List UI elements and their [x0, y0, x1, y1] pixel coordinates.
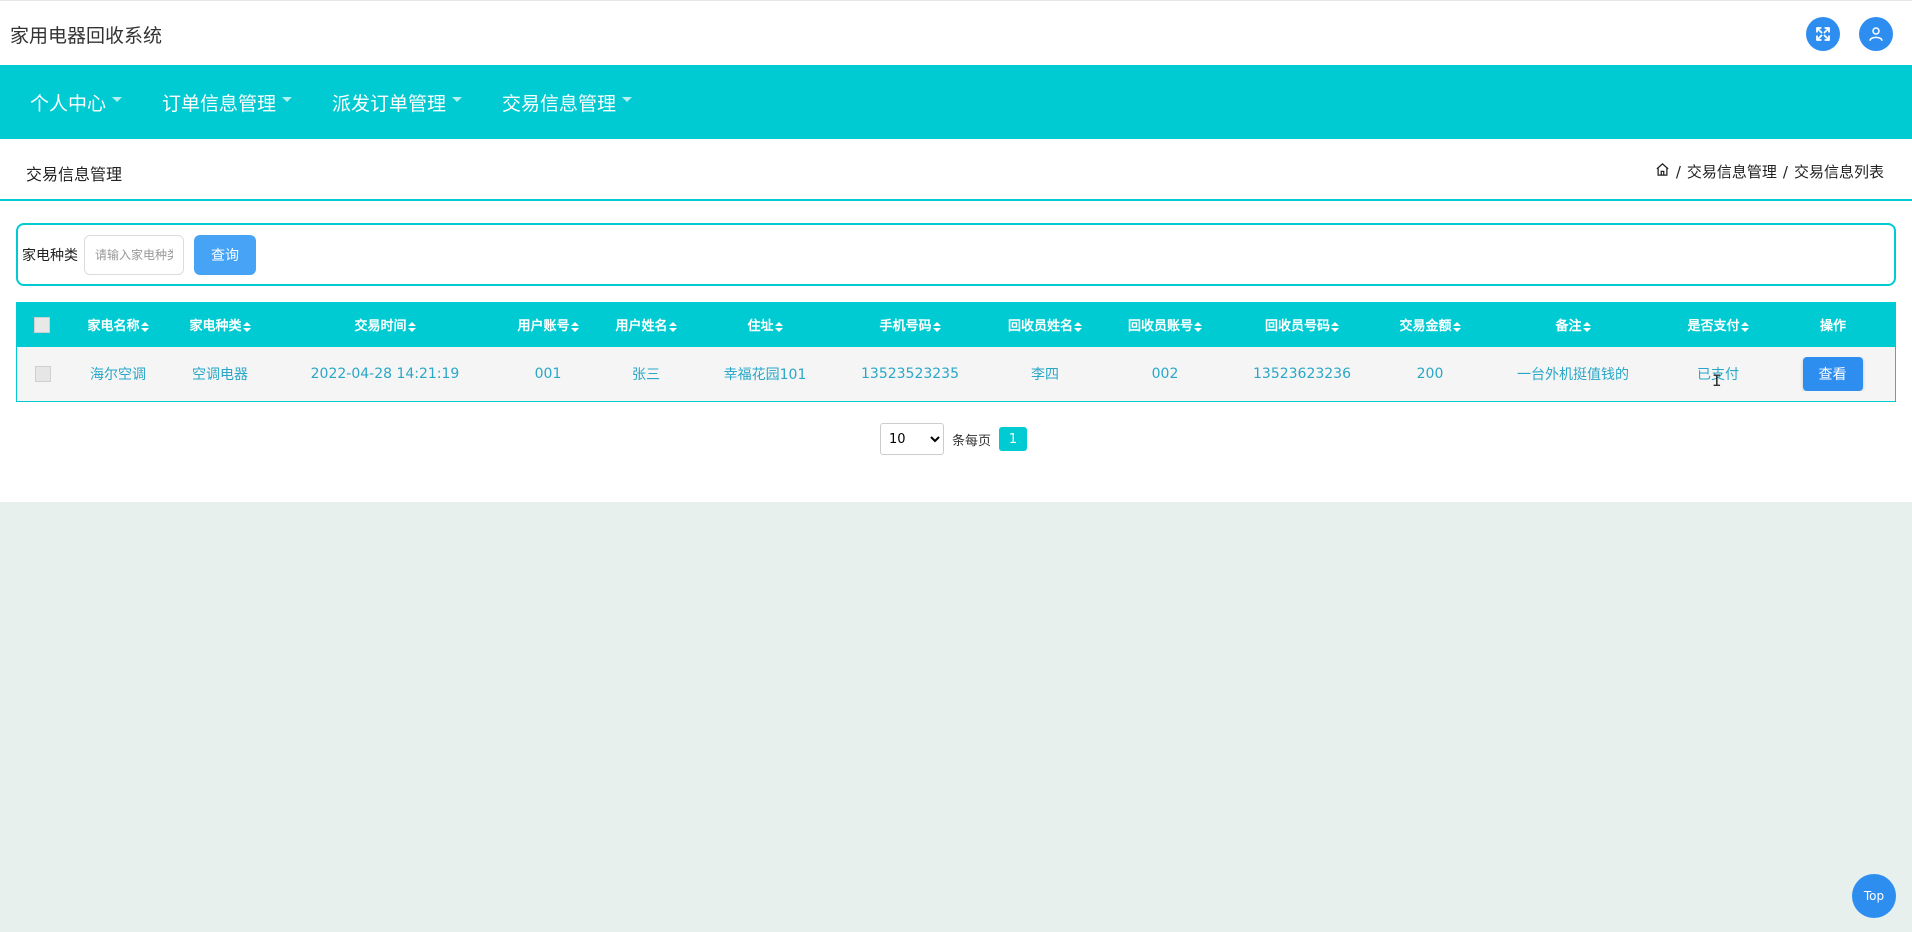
- column-header[interactable]: 住址: [694, 315, 836, 334]
- nav-item-label: 派发订单管理: [332, 92, 447, 115]
- breadcrumb-item: 交易信息列表: [1793, 163, 1884, 181]
- column-header-label: 用户姓名: [615, 319, 668, 334]
- fullscreen-icon[interactable]: [1806, 17, 1840, 51]
- sort-icon[interactable]: [1074, 321, 1082, 332]
- chevron-down-icon: [282, 96, 293, 102]
- chevron-down-icon: [112, 96, 123, 102]
- nav-item-personal-center[interactable]: 个人中心: [30, 89, 123, 116]
- search-panel: 家电种类 查询: [16, 223, 1896, 286]
- table-cell: 李四: [1031, 367, 1059, 383]
- select-all-cell: [16, 316, 68, 333]
- main-content: 交易信息管理 / 交易信息管理 / 交易信息列表 家电种类 查询 家电名称: [0, 139, 1912, 502]
- table-cell: 幸福花园101: [723, 367, 807, 383]
- column-header-label: 是否支付: [1687, 319, 1740, 334]
- sort-icon[interactable]: [1740, 321, 1749, 332]
- pagination: 10 20 30 50 条每页 1: [880, 423, 1028, 455]
- table-row: 海尔空调 空调电器 2022-04-28 14:21:19 001 张三 幸福花…: [16, 347, 1896, 402]
- breadcrumb-separator: /: [1675, 162, 1681, 181]
- breadcrumb-item[interactable]: 交易信息管理: [1687, 161, 1777, 182]
- row-checkbox[interactable]: [34, 366, 51, 382]
- column-header-label: 回收员账号: [1127, 319, 1193, 334]
- table-cell: 200: [1416, 366, 1444, 382]
- sort-icon[interactable]: [1452, 321, 1461, 332]
- column-header-label: 交易时间: [354, 319, 407, 334]
- column-header[interactable]: 回收员账号: [1106, 315, 1224, 334]
- sort-icon[interactable]: [407, 321, 416, 332]
- nav-item-label: 个人中心: [30, 92, 107, 115]
- table-cell: 一台外机挺值钱的: [1517, 367, 1629, 383]
- nav-item-dispatch-order[interactable]: 派发订单管理: [332, 89, 463, 116]
- page-header: 交易信息管理 / 交易信息管理 / 交易信息列表: [0, 139, 1912, 201]
- column-header-label: 回收员号码: [1264, 319, 1330, 334]
- table-cell: 空调电器: [192, 367, 248, 383]
- per-page-label: 条每页: [952, 433, 992, 449]
- nav-item-transaction-info[interactable]: 交易信息管理: [502, 89, 633, 116]
- sort-icon[interactable]: [774, 321, 783, 332]
- sort-icon[interactable]: [242, 321, 251, 332]
- column-header[interactable]: 交易时间: [272, 315, 498, 334]
- table-cell: 13523523235: [861, 366, 959, 382]
- select-all-checkbox[interactable]: [34, 316, 50, 333]
- sort-icon[interactable]: [1331, 321, 1339, 332]
- top-header: 家用电器回收系统: [0, 0, 1912, 65]
- sort-icon[interactable]: [932, 321, 941, 332]
- column-header[interactable]: 用户账号: [498, 315, 598, 334]
- text-cursor-icon: I: [1712, 371, 1722, 390]
- row-select-cell: [17, 366, 68, 382]
- column-header-label: 用户账号: [517, 319, 570, 334]
- chevron-down-icon: [622, 96, 633, 102]
- table-cell: 13523623236: [1253, 366, 1351, 382]
- sort-icon[interactable]: [668, 321, 677, 332]
- table-cell: 2022-04-28 14:21:19: [310, 366, 460, 382]
- main-nav: 个人中心 订单信息管理 派发订单管理 交易信息管理: [0, 65, 1912, 139]
- back-to-top-button[interactable]: Top: [1852, 874, 1896, 918]
- column-header[interactable]: 手机号码: [836, 315, 984, 334]
- sort-icon[interactable]: [1582, 321, 1591, 332]
- column-header[interactable]: 家电种类: [168, 315, 272, 334]
- column-header-label: 回收员姓名: [1007, 319, 1073, 334]
- page-title: 交易信息管理: [26, 165, 123, 184]
- query-button[interactable]: 查询: [194, 234, 256, 275]
- transaction-table: 家电名称 家电种类 交易时间 用户账号 用户姓名 住址 手机号码 回收员姓名 回…: [16, 302, 1896, 402]
- table-cell: 张三: [632, 367, 660, 383]
- column-header[interactable]: 家电名称: [68, 315, 168, 334]
- appliance-type-input[interactable]: [84, 234, 184, 275]
- page-number-current[interactable]: 1: [999, 427, 1028, 451]
- search-label: 家电种类: [22, 247, 78, 264]
- nav-item-label: 订单信息管理: [162, 92, 277, 115]
- breadcrumb-separator: /: [1782, 162, 1788, 181]
- column-header-label: 手机号码: [879, 319, 932, 334]
- chevron-down-icon: [452, 96, 463, 102]
- column-header-label: 家电名称: [87, 319, 140, 334]
- breadcrumb: / 交易信息管理 / 交易信息列表: [1655, 161, 1884, 182]
- column-header-label: 家电种类: [189, 319, 242, 334]
- table-header-row: 家电名称 家电种类 交易时间 用户账号 用户姓名 住址 手机号码 回收员姓名 回…: [16, 302, 1896, 347]
- table-cell: 001: [534, 366, 562, 382]
- column-header[interactable]: 备注: [1480, 315, 1666, 334]
- column-header[interactable]: 回收员号码: [1224, 315, 1380, 334]
- nav-item-order-info[interactable]: 订单信息管理: [162, 89, 293, 116]
- app-title: 家用电器回收系统: [10, 25, 163, 47]
- column-header[interactable]: 交易金额: [1380, 315, 1480, 334]
- column-header-actions: 操作: [1819, 319, 1846, 334]
- column-header-label: 交易金额: [1399, 319, 1452, 334]
- view-button[interactable]: 查看: [1802, 357, 1863, 391]
- column-header[interactable]: 回收员姓名: [984, 315, 1106, 334]
- column-header[interactable]: 用户姓名: [598, 315, 694, 334]
- column-header-label: 住址: [747, 319, 774, 334]
- page-size-select[interactable]: 10 20 30 50: [880, 423, 944, 455]
- table-cell: 002: [1151, 366, 1179, 382]
- sort-icon[interactable]: [1194, 321, 1202, 332]
- home-icon[interactable]: [1655, 162, 1670, 181]
- action-cell: 查看: [1770, 357, 1895, 391]
- user-icon[interactable]: [1859, 17, 1893, 51]
- column-header[interactable]: 是否支付: [1666, 315, 1770, 334]
- column-header-label: 备注: [1555, 319, 1582, 334]
- nav-item-label: 交易信息管理: [502, 92, 617, 115]
- sort-icon[interactable]: [140, 321, 149, 332]
- sort-icon[interactable]: [570, 321, 579, 332]
- table-cell: 海尔空调: [90, 367, 146, 383]
